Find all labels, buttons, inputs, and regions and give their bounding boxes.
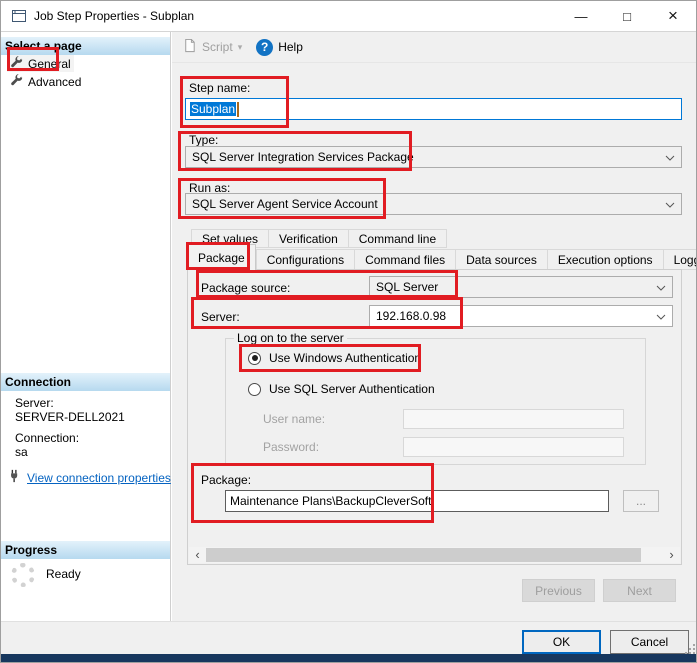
plug-icon	[8, 469, 22, 486]
title-bar: Job Step Properties - Subplan — □ ×	[1, 1, 696, 32]
previous-button: Previous	[522, 579, 595, 602]
tab-strip-row2: Package Configurations Command files Dat…	[187, 244, 697, 270]
radio-selected-icon	[248, 352, 261, 365]
tab-data-sources[interactable]: Data sources	[456, 249, 548, 270]
radio-unselected-icon	[248, 383, 261, 396]
help-button[interactable]: ? Help	[256, 39, 303, 56]
progress-header: Progress	[1, 541, 170, 559]
chevron-down-icon	[656, 314, 666, 320]
radio-sql-auth[interactable]: Use SQL Server Authentication	[248, 382, 435, 396]
step-name-value: Subplan	[190, 102, 236, 116]
window-title: Job Step Properties - Subplan	[34, 9, 194, 23]
logon-groupbox-legend: Log on to the server	[234, 331, 347, 345]
chevron-down-icon	[656, 285, 666, 291]
select-a-page-header: Select a page	[1, 37, 170, 55]
connection-label: Connection:	[15, 431, 79, 445]
resize-grip[interactable]	[685, 644, 695, 654]
package-tab-panel: Package source: SQL Server Server: 192.1…	[187, 269, 682, 565]
server-combo-value: 192.168.0.98	[376, 309, 446, 323]
cancel-button[interactable]: Cancel	[610, 630, 689, 654]
tab-command-files[interactable]: Command files	[355, 249, 456, 270]
tab-configurations[interactable]: Configurations	[256, 249, 355, 270]
scroll-left-icon[interactable]: ‹	[189, 547, 206, 563]
package-source-label: Package source:	[201, 281, 290, 295]
main-panel: Script ▾ ? Help Step name: Subplan Type:…	[172, 32, 697, 621]
package-value: Maintenance Plans\BackupCleverSoft	[230, 494, 431, 508]
user-name-label: User name:	[263, 412, 325, 426]
next-button: Next	[603, 579, 676, 602]
script-icon	[182, 38, 197, 56]
text-caret	[237, 102, 239, 117]
wrench-icon	[10, 74, 23, 90]
connection-server-value: SERVER-DELL2021	[15, 410, 125, 424]
sidebar-item-label: General	[28, 57, 71, 71]
tab-logging[interactable]: Logging	[664, 249, 697, 270]
user-name-input	[403, 409, 624, 429]
horizontal-scrollbar[interactable]: ‹ ›	[189, 547, 680, 563]
window-bottom-edge	[1, 654, 697, 662]
toolbar: Script ▾ ? Help	[172, 32, 697, 63]
chevron-down-icon	[665, 155, 675, 161]
password-label: Password:	[263, 440, 319, 454]
package-source-select[interactable]: SQL Server	[369, 276, 673, 298]
radio-windows-label: Use Windows Authentication	[269, 351, 421, 365]
browse-button[interactable]: ...	[623, 490, 659, 512]
type-label: Type:	[189, 133, 218, 147]
chevron-down-icon: ▾	[238, 42, 243, 53]
logon-groupbox: Log on to the server Use Windows Authent…	[225, 338, 646, 465]
package-field-label: Package:	[201, 473, 251, 487]
tab-execution-options[interactable]: Execution options	[548, 249, 664, 270]
connection-server-label: Server:	[15, 396, 54, 410]
tab-package[interactable]: Package	[187, 244, 256, 270]
run-as-value: SQL Server Agent Service Account	[192, 197, 378, 211]
server-combo[interactable]: 192.168.0.98	[369, 305, 673, 327]
script-button: Script ▾	[182, 38, 242, 56]
chevron-down-icon	[665, 202, 675, 208]
wrench-icon	[10, 56, 23, 72]
run-as-select[interactable]: SQL Server Agent Service Account	[185, 193, 682, 215]
step-name-label: Step name:	[189, 81, 250, 95]
progress-spinner-icon	[11, 563, 35, 587]
sidebar-item-label: Advanced	[28, 75, 81, 89]
help-label: Help	[278, 40, 303, 54]
password-input	[403, 437, 624, 457]
sidebar-item-general[interactable]: General	[7, 55, 74, 72]
step-name-input[interactable]: Subplan	[185, 98, 682, 120]
radio-windows-auth[interactable]: Use Windows Authentication	[248, 351, 421, 365]
type-select[interactable]: SQL Server Integration Services Package	[185, 146, 682, 168]
script-label: Script	[202, 40, 233, 54]
radio-sql-label: Use SQL Server Authentication	[269, 382, 435, 396]
scroll-right-icon[interactable]: ›	[663, 547, 680, 563]
window-icon	[11, 8, 27, 24]
connection-value: sa	[15, 445, 28, 459]
connection-header: Connection	[1, 373, 170, 391]
server-field-label: Server:	[201, 310, 240, 324]
connection-properties-row: View connection properties	[8, 469, 171, 486]
package-source-value: SQL Server	[376, 280, 438, 294]
type-value: SQL Server Integration Services Package	[192, 150, 414, 164]
sidebar-item-advanced[interactable]: Advanced	[7, 73, 84, 90]
progress-status: Ready	[46, 567, 81, 581]
close-button[interactable]: ×	[650, 1, 696, 31]
minimize-button[interactable]: —	[558, 1, 604, 31]
package-input[interactable]: Maintenance Plans\BackupCleverSoft	[225, 490, 609, 512]
ok-button[interactable]: OK	[522, 630, 601, 654]
scrollbar-thumb[interactable]	[206, 548, 641, 562]
job-step-properties-dialog: Job Step Properties - Subplan — □ × Sele…	[0, 0, 697, 663]
maximize-button[interactable]: □	[604, 1, 650, 31]
sidebar: Select a page General Advanced Connectio…	[1, 32, 171, 621]
help-icon: ?	[256, 39, 273, 56]
footer: OK Cancel	[1, 621, 697, 656]
view-connection-properties-link[interactable]: View connection properties	[27, 471, 171, 485]
